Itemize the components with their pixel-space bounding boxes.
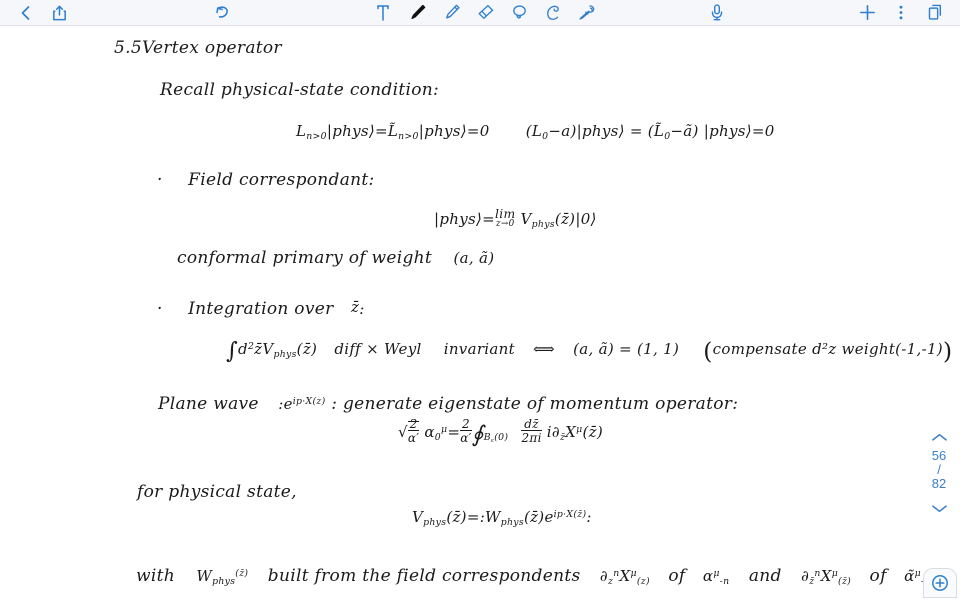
with-middle-text: built from the field correspondents (267, 566, 581, 586)
eraser-tool-icon (478, 4, 493, 19)
more-options-button[interactable] (884, 0, 918, 26)
iff-symbol: ⟺ (533, 339, 555, 358)
text-tool-button[interactable] (366, 0, 400, 26)
diff-weyl-label: diff × Weyl (334, 339, 422, 358)
laser-tool-button[interactable] (570, 0, 604, 26)
export-button[interactable] (42, 0, 76, 26)
undo-arrow-icon (215, 5, 228, 18)
chevron-up-icon (931, 433, 947, 441)
and-label: and (748, 566, 782, 586)
highlighter-tool-icon (445, 4, 460, 19)
weight-pair-value: (a, ã) (453, 249, 495, 267)
add-page-circle-icon (932, 575, 948, 591)
pages-stack-icon (928, 4, 942, 20)
equation-vertex-operator-definition: Vphys(z̄)=:Wphys(z̄)eip·X(z̄): (412, 508, 592, 528)
toolbar-mic-group (700, 0, 734, 26)
note-bullet-integration: · Integration over z̄: (157, 298, 365, 319)
note-line-for-physical-state: for physical state, (137, 482, 297, 502)
total-page-count: 82 (931, 476, 947, 491)
plus-icon (859, 5, 875, 20)
bullet-marker: · (157, 170, 163, 190)
page-up-button[interactable] (931, 426, 948, 448)
pen-tool-icon (410, 4, 425, 20)
current-page-number: 56 (931, 448, 947, 463)
equation-integrated-vertex-operator: ∫d2z̄Vphys(z̄) diff × Weyl invariant ⟺ (… (226, 338, 953, 366)
invariant-label: invariant (443, 339, 515, 358)
note-line-with-w-phys: with Wphys(z̄) built from the field corr… (136, 566, 931, 587)
section-title: Vertex operator (141, 38, 282, 58)
note-bullet-field-correspondant: · Field correspondant: (157, 170, 375, 190)
add-page-button[interactable] (923, 568, 957, 598)
shape-tool-button[interactable] (536, 0, 570, 26)
section-number: 5.5 (114, 38, 142, 58)
bullet-marker-2: · (157, 299, 163, 319)
chevron-down-icon (931, 504, 947, 512)
alpha-mode-holomorphic: αμ-n (702, 567, 730, 587)
microphone-button[interactable] (700, 0, 734, 26)
note-line-recall: Recall physical-state condition: (160, 80, 440, 100)
integration-over-text: Integration over (188, 299, 334, 319)
compensate-note: compensate d²z weight(-1,-1) (712, 339, 943, 358)
toolbar-tools-group (366, 0, 604, 26)
note-line-conformal-primary: conformal primary of weight (a, ã) (177, 248, 494, 268)
lasso-tool-button[interactable] (502, 0, 536, 26)
undo-button[interactable] (205, 0, 239, 26)
back-button[interactable] (8, 0, 42, 26)
pages-button[interactable] (918, 0, 952, 26)
equation-momentum-operator: √ 2 α′ α0μ= 2 α′ ∮Bε(0) dz̄ 2πi i∂z̄Xμ(z̄) (398, 417, 604, 448)
shape-hand-icon (546, 5, 559, 20)
lasso-tool-icon (512, 5, 526, 19)
plane-wave-exponent: ip·X(z) (292, 395, 326, 407)
page-navigator: 56 / 82 (922, 426, 956, 519)
note-heading-section: 5.5Vertex operator (114, 38, 282, 58)
eraser-tool-button[interactable] (468, 0, 502, 26)
chevron-left-icon (21, 5, 29, 20)
microphone-icon (711, 4, 723, 21)
equation-virasoro-constraints: Ln>0|phys⟩=L̃n>0|phys⟩=0 (L0−a)|phys⟩ = … (296, 122, 775, 142)
equation-state-field-map: |phys⟩= lim z→0 Vphys(z̄)|0⟩ (434, 207, 597, 231)
weight-value: (a, ã) = (1, 1) (573, 339, 680, 358)
note-page-canvas[interactable]: 5.5Vertex operator Recall physical-state… (0, 26, 960, 600)
top-toolbar (0, 0, 960, 26)
integration-variable: z̄ (350, 298, 360, 316)
vertical-ellipsis-icon (899, 5, 903, 20)
of-label-1: of (668, 566, 686, 586)
conformal-primary-text: conformal primary of weight (177, 248, 433, 268)
text-tool-icon (377, 5, 389, 21)
with-prefix: with (136, 566, 175, 586)
field-correspondent-antiholomorphic: ∂z̄nXμ(z̄) (801, 567, 852, 587)
toolbar-right-group (850, 0, 952, 26)
add-button[interactable] (850, 0, 884, 26)
field-correspondant-text: Field correspondant: (188, 170, 375, 190)
pen-tool-button[interactable] (400, 0, 434, 26)
laser-pointer-icon (579, 5, 595, 20)
export-share-icon (52, 5, 66, 20)
page-down-button[interactable] (931, 497, 948, 519)
notes-app-window: 5.5Vertex operator Recall physical-state… (0, 0, 960, 600)
toolbar-left-group (8, 0, 76, 26)
w-phys-symbol: Wphys(z̄) (196, 567, 249, 587)
plane-wave-prefix: Plane wave (158, 394, 259, 414)
field-correspondent-holomorphic: ∂znXμ(z) (599, 567, 650, 587)
page-separator: / (937, 462, 941, 477)
note-line-plane-wave: Plane wave :eip·X(z) : generate eigensta… (158, 394, 738, 414)
toolbar-undo-group (205, 0, 239, 26)
plane-wave-suffix: : generate eigenstate of momentum operat… (331, 394, 739, 414)
plane-wave-operator: :eip·X(z) (278, 395, 326, 413)
highlighter-tool-button[interactable] (434, 0, 468, 26)
of-label-2: of (869, 566, 887, 586)
